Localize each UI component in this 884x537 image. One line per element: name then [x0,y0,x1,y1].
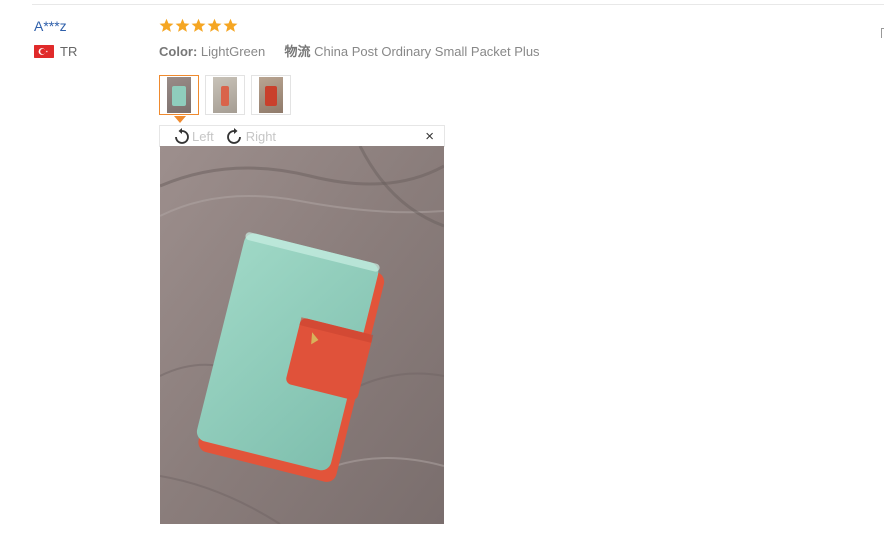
star-icon [223,18,238,32]
star-icon [191,18,206,32]
close-viewer-button[interactable]: × [425,129,434,144]
rotate-left-label: Left [192,129,214,144]
order-specs: Color: LightGreen 物流 China Post Ordinary… [159,41,540,60]
star-icon [175,18,190,32]
spec-color-key: Color: [159,44,198,59]
country-code: TR [60,44,78,59]
photo-viewer-toolbar: Left Right × [159,125,445,147]
turkey-flag-icon [34,45,54,58]
star-icon [159,18,174,32]
rotate-left-button[interactable]: Left [170,127,214,146]
thumbnail-1[interactable] [159,75,199,115]
rating-stars [159,18,238,33]
spec-shipping-key: 物流 [284,44,311,59]
active-thumbnail-caret [174,116,186,123]
spec-shipping-value: China Post Ordinary Small Packet Plus [314,44,540,59]
reviewer-country: TR [34,44,77,59]
top-divider [32,4,884,5]
reviewer-name[interactable]: A***z [34,18,67,34]
thumbnail-2[interactable] [205,75,245,115]
thumbnail-3[interactable] [251,75,291,115]
spec-color-value: LightGreen [200,44,266,59]
review-photo [160,146,444,524]
rotate-left-icon [175,127,189,144]
star-icon [207,18,222,32]
rotate-right-icon [226,127,241,144]
photo-thumbnails [159,75,291,115]
rotate-right-button[interactable]: Right [224,127,277,146]
rotate-right-label: Right [245,129,277,144]
